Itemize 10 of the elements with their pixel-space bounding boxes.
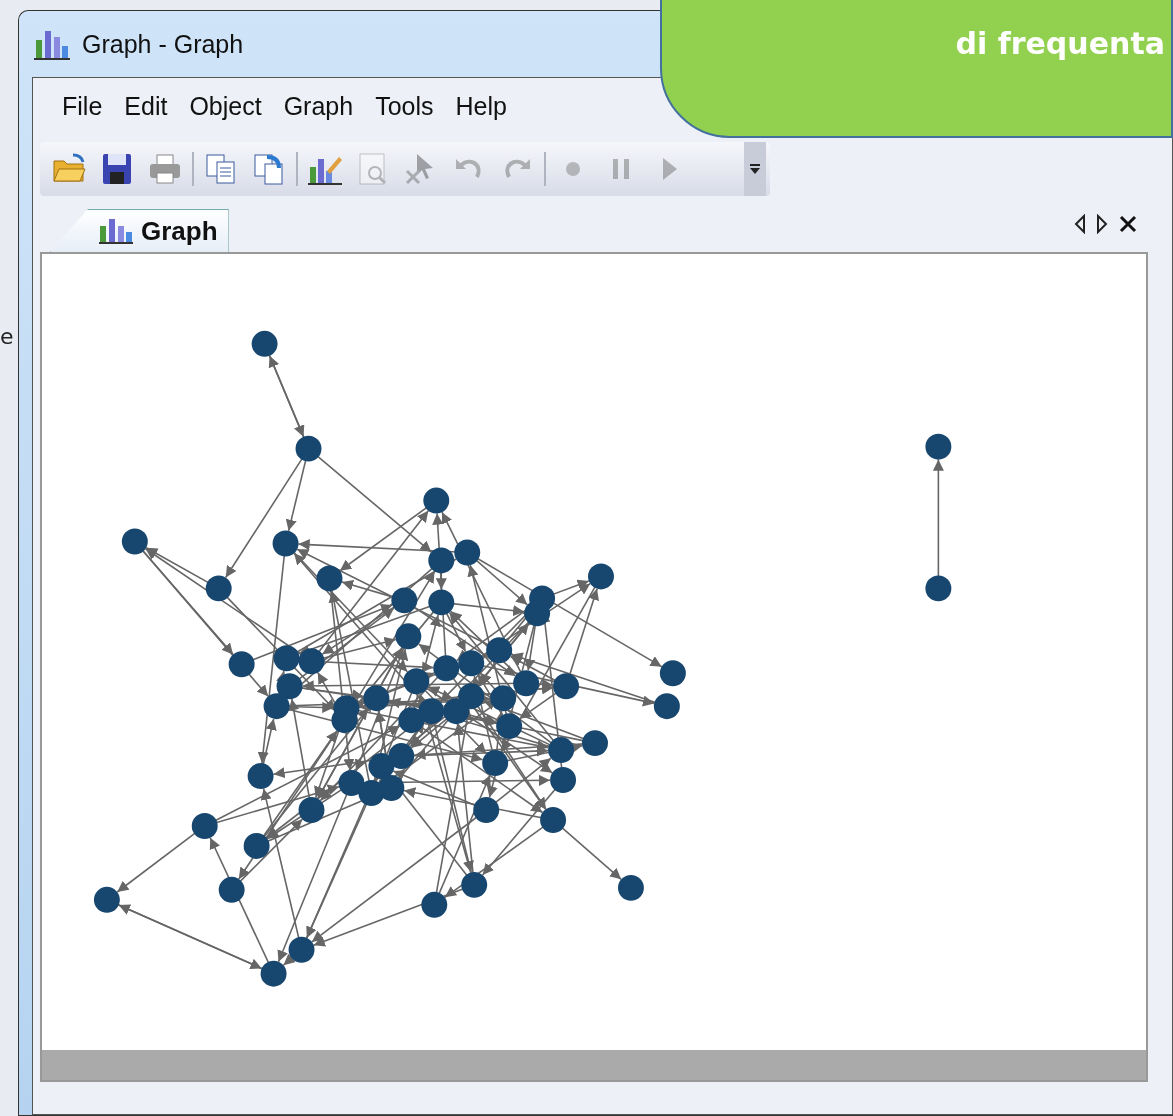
menu-item[interactable]: File [52, 87, 113, 125]
callout-text: di frequenta [955, 26, 1165, 61]
background-text: e [0, 324, 14, 349]
window-title: Graph - Graph [82, 29, 244, 59]
menu-item[interactable]: Tools [365, 87, 444, 125]
menu-item[interactable]: Graph [273, 87, 364, 125]
menu-item[interactable]: Object [179, 87, 272, 125]
menu-item[interactable]: Edit [114, 87, 178, 125]
tab[interactable]: Graph [50, 209, 229, 252]
menu-item[interactable]: Help [445, 87, 517, 125]
